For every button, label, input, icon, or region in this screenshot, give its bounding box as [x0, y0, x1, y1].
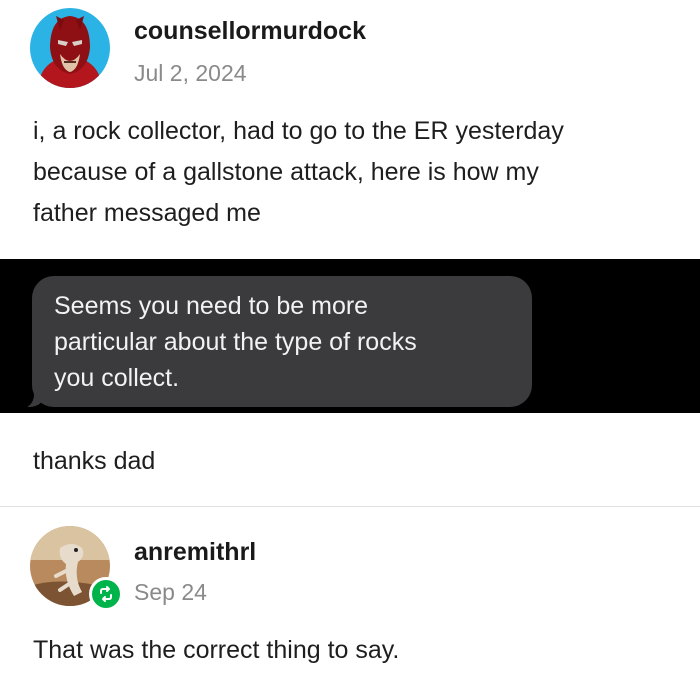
post-body: i, a rock collector, had to go to the ER… — [33, 111, 683, 234]
reblog-badge — [89, 577, 123, 611]
message-screenshot: Seems you need to be more particular abo… — [0, 259, 700, 413]
reblog-icon — [100, 586, 112, 602]
post-line-1: i, a rock collector, had to go to the ER… — [33, 117, 564, 145]
post-line-2: because of a gallstone attack, here is h… — [33, 158, 539, 186]
message-text: Seems you need to be more particular abo… — [54, 288, 524, 396]
reblog-comment: anremithrl Sep 24 That was the correct t… — [0, 507, 700, 674]
post-followup: thanks dad — [33, 447, 156, 475]
message-line-1: Seems you need to be more — [54, 292, 369, 320]
reply-text: That was the correct thing to say. — [33, 636, 400, 664]
avatar-counsellormurdock[interactable] — [30, 8, 110, 88]
message-line-2: particular about the type of rocks — [54, 328, 417, 356]
daredevil-avatar-icon — [30, 8, 110, 88]
message-line-3: you collect. — [54, 364, 180, 392]
reply-date[interactable]: Sep 24 — [134, 579, 207, 606]
message-bubble: Seems you need to be more particular abo… — [32, 276, 532, 407]
post-username[interactable]: counsellormurdock — [134, 17, 366, 46]
post-line-3: father messaged me — [33, 199, 261, 227]
reply-username[interactable]: anremithrl — [134, 538, 256, 567]
post-date[interactable]: Jul 2, 2024 — [134, 60, 247, 87]
original-post: counsellormurdock Jul 2, 2024 i, a rock … — [0, 0, 700, 506]
